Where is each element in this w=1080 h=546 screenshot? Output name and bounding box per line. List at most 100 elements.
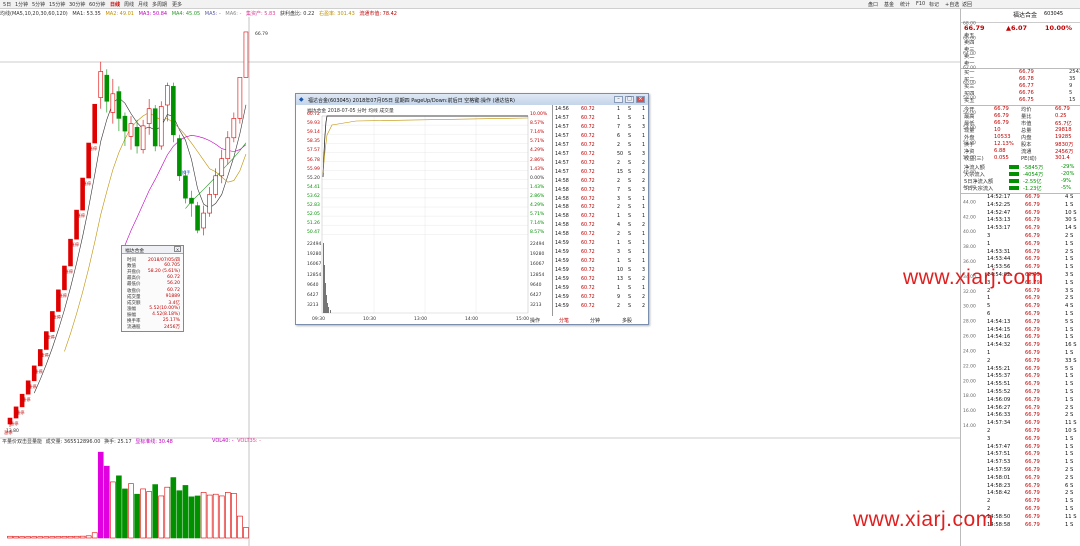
popup-trade-list[interactable]: 14:56 60.72 1 S 1 14:57 60.72 1 S 1 14:57 60.72 7 S 3 1…: [552, 105, 648, 316]
period-day[interactable]: 日线: [110, 1, 120, 8]
price-axis-label: 34.00: [963, 274, 976, 280]
close-icon[interactable]: ×: [636, 96, 645, 103]
tick-price: 66.79: [1025, 334, 1040, 341]
trade-time: 14:57: [555, 133, 569, 139]
volume-bar: [158, 495, 165, 539]
candle-body[interactable]: [128, 123, 134, 137]
tab-minute[interactable]: 分钟: [590, 317, 600, 324]
minimize-icon[interactable]: –: [614, 96, 623, 103]
candle-body[interactable]: [158, 106, 164, 147]
candle-body[interactable]: [165, 85, 170, 106]
tick-time: 14:54:13: [987, 318, 1011, 325]
popup-footer: 操作 分笔 分钟 多股: [526, 316, 650, 325]
tab-tick[interactable]: 分笔: [559, 317, 569, 324]
trade-time: 14:57: [555, 151, 569, 157]
tool-add-fav[interactable]: +自选: [945, 1, 959, 8]
trade-time: 14:58: [555, 232, 569, 238]
tick-price: 66.79: [1025, 482, 1040, 489]
tick-price: 66.79: [1025, 381, 1040, 388]
trade-count: 1: [642, 214, 646, 220]
popup-vol-label: 16067: [307, 262, 322, 268]
popup-titlebar[interactable]: 福达合金(603045) 2018年07月05日 星期四 PageUp/Down…: [296, 94, 648, 105]
popup-ops-button[interactable]: 操作: [530, 317, 540, 324]
tool-back[interactable]: 返回: [962, 1, 972, 8]
tooltip-close-icon[interactable]: ×: [174, 246, 181, 252]
period-month[interactable]: 月线: [138, 1, 148, 8]
stat-value: 10: [994, 127, 1001, 133]
popup-vol-label-right: 22494: [530, 242, 545, 247]
candle-body[interactable]: [104, 74, 110, 102]
trade-count: 2: [642, 294, 646, 300]
tool-fund[interactable]: 基金: [884, 1, 894, 8]
limit-up-label: 涨停: [83, 180, 91, 187]
tool-stats[interactable]: 统计: [900, 1, 910, 8]
period-60min[interactable]: 60分钟: [89, 1, 105, 8]
candle-body[interactable]: [140, 125, 146, 151]
candle-body[interactable]: [177, 138, 182, 177]
period-1min[interactable]: 1分钟: [15, 1, 28, 8]
candle-body[interactable]: [213, 175, 218, 195]
tick-volume: 1 S: [1065, 373, 1074, 380]
candle-body[interactable]: [231, 118, 237, 139]
candle-body[interactable]: [92, 103, 97, 144]
candle-body[interactable]: [195, 205, 200, 231]
candle-body[interactable]: [122, 115, 128, 132]
period-week[interactable]: 周线: [124, 1, 134, 8]
price-change: ▲6.07: [1006, 24, 1028, 32]
trade-count: 2: [642, 303, 646, 309]
tick-time: 14:57:59: [987, 467, 1011, 473]
tool-pankou[interactable]: 盘口: [868, 1, 878, 8]
candle-body[interactable]: [243, 31, 249, 78]
trade-count: 3: [642, 151, 646, 157]
limit-up-label: 涨停: [71, 241, 79, 248]
trade-count: 1: [642, 142, 646, 148]
intraday-popup-window[interactable]: 福达合金(603045) 2018年07月05日 星期四 PageUp/Down…: [295, 93, 649, 325]
tooltip-row: 振幅 4.52(8.18%): [124, 312, 183, 318]
period-multi[interactable]: 多周期: [152, 1, 167, 8]
tick-time: 14:56:27: [987, 404, 1011, 411]
stock-code: 603045: [1044, 11, 1064, 17]
volume-bar: [170, 477, 177, 539]
candle-body[interactable]: [116, 91, 122, 119]
candle-body[interactable]: [237, 77, 243, 119]
popup-trade-row: 14:58 60.72 2 S 1: [553, 203, 649, 212]
tick-price: 66.79: [1025, 521, 1040, 528]
candle-body[interactable]: [152, 108, 158, 147]
candle-body[interactable]: [183, 175, 188, 199]
candle-body[interactable]: [98, 71, 104, 98]
candle-body[interactable]: [171, 86, 176, 136]
trade-price: 60.72: [581, 142, 595, 148]
buy-level-price: 66.79: [1019, 69, 1034, 75]
candle-body[interactable]: [225, 137, 231, 159]
candle-body[interactable]: [207, 194, 212, 214]
period-30min[interactable]: 30分钟: [69, 1, 85, 8]
candle-body[interactable]: [134, 127, 140, 147]
period-5min[interactable]: 5分钟: [32, 1, 45, 8]
trade-time: 14:57: [555, 124, 569, 130]
candle-body[interactable]: [189, 197, 194, 204]
tool-f10[interactable]: F10: [916, 1, 925, 7]
volume-bar: [110, 481, 116, 539]
volume-bar: [25, 536, 31, 539]
maximize-icon[interactable]: □: [625, 96, 634, 103]
candle-body[interactable]: [201, 212, 206, 229]
limit-up-label: 涨停: [10, 420, 18, 427]
period-5day[interactable]: 5日: [3, 1, 11, 8]
period-more[interactable]: 更多: [172, 1, 182, 8]
trade-price: 60.72: [581, 303, 595, 309]
candle-body[interactable]: [146, 108, 152, 124]
volume-bar: [212, 493, 219, 539]
period-15min[interactable]: 15分钟: [49, 1, 65, 8]
trade-price: 60.72: [581, 178, 595, 184]
trade-direction: S: [628, 303, 632, 309]
tab-multi[interactable]: 多股: [622, 317, 632, 324]
popup-trade-row: 14:58 60.72 4 S 2: [553, 221, 649, 230]
tool-mark[interactable]: 标记: [929, 1, 939, 8]
candle-body[interactable]: [219, 158, 225, 177]
candle-body[interactable]: [110, 93, 116, 113]
trade-price: 60.72: [581, 286, 595, 291]
trade-count: 1: [642, 205, 646, 211]
trade-count: 1: [642, 241, 646, 247]
trade-count: 1: [642, 107, 646, 112]
tick-price: 66.79: [1025, 201, 1040, 208]
